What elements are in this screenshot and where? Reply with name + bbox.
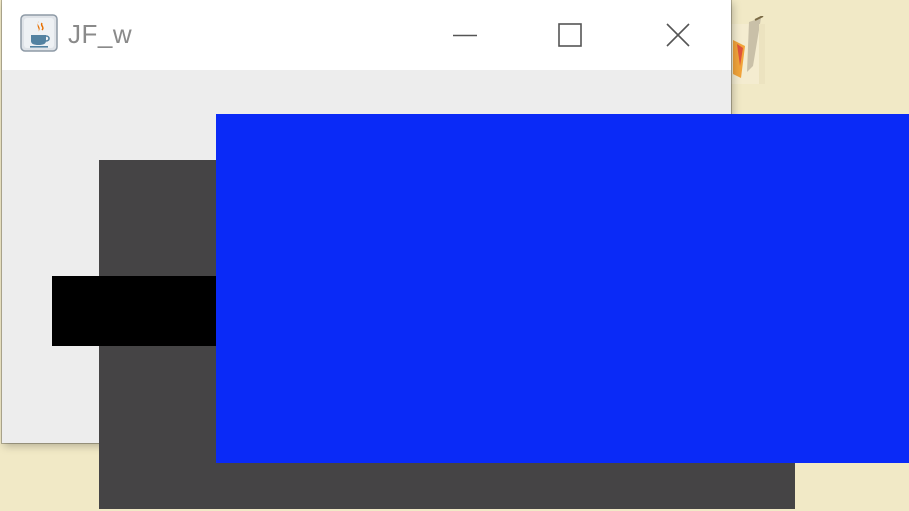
maximize-icon: [558, 23, 582, 47]
blue-rectangle: [216, 114, 909, 463]
close-button[interactable]: [624, 0, 731, 70]
paint-palette-icon[interactable]: [731, 16, 765, 91]
java-cup-icon[interactable]: [20, 14, 58, 52]
desktop: { "window": { "title": "JF_w", "app_icon…: [0, 0, 909, 511]
minimize-icon: [453, 34, 477, 37]
window-title: JF_w: [68, 19, 133, 49]
minimize-button[interactable]: [413, 0, 517, 70]
close-icon: [665, 23, 690, 47]
maximize-button[interactable]: [518, 0, 622, 70]
title-bar[interactable]: JF_w: [2, 0, 731, 70]
